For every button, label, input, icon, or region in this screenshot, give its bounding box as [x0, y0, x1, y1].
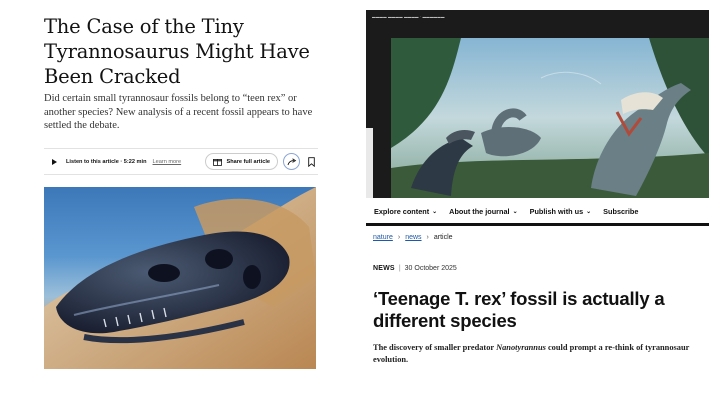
fossil-skull-photo	[44, 187, 316, 369]
chevron-down-icon: ⌄	[586, 209, 592, 215]
article-type-tag: NEWS	[373, 265, 395, 272]
nav-explore-content[interactable]: Explore content ⌄	[374, 207, 437, 216]
breadcrumb-news[interactable]: news	[405, 234, 421, 241]
nature-standfirst: The discovery of smaller predator Nanoty…	[373, 342, 693, 366]
bookmark-icon	[307, 156, 315, 167]
nav-subscribe[interactable]: Subscribe	[603, 207, 638, 216]
nav-label: Subscribe	[603, 207, 639, 216]
hero-banner: ▬▬▬▬ ▬▬▬▬ ▬▬▬▬ · ▬▬▬▬▬▬	[366, 10, 709, 198]
share-button[interactable]	[283, 153, 300, 170]
nav-label: Publish with us	[529, 207, 584, 216]
side-strip	[366, 128, 373, 198]
nav-label: About the journal	[449, 207, 510, 216]
nature-article-panel: ▬▬▬▬ ▬▬▬▬ ▬▬▬▬ · ▬▬▬▬▬▬ Explore content …	[366, 10, 709, 400]
play-icon[interactable]	[47, 155, 61, 169]
nav-publish-with-us[interactable]: Publish with us ⌄	[530, 207, 592, 216]
chevron-down-icon: ⌄	[432, 209, 438, 215]
article-meta: NEWS | 30 October 2025	[373, 265, 457, 272]
nyt-article-panel: The Case of the Tiny Tyrannosaurus Might…	[0, 0, 330, 405]
nyt-headline: The Case of the Tiny Tyrannosaurus Might…	[44, 15, 310, 88]
share-arrow-icon	[287, 157, 296, 165]
dinosaur-illustration	[391, 38, 709, 198]
nyt-summary: Did certain small tyrannosaur fossils be…	[44, 93, 313, 131]
meta-separator: |	[398, 265, 401, 272]
article-toolbar: Listen to this article · 5:22 min Learn …	[44, 148, 318, 175]
nature-article-title: ‘Teenage T. rex’ fossil is actually a di…	[373, 288, 665, 331]
chevron-down-icon: ⌄	[512, 209, 518, 215]
standfirst-species: Nanotyrannus	[496, 343, 546, 352]
learn-more-link[interactable]: Learn more	[153, 159, 182, 165]
share-full-label: Share full article	[226, 158, 270, 165]
gift-icon	[213, 158, 223, 166]
chevron-right-icon: ›	[397, 234, 401, 241]
publication-date: 30 October 2025	[404, 265, 457, 272]
standfirst-text: The discovery of smaller predator	[373, 343, 497, 352]
breadcrumb-current: article	[433, 234, 453, 241]
bookmark-button[interactable]	[304, 153, 318, 170]
nav-label: Explore content	[374, 207, 430, 216]
breadcrumb: nature › news › article	[373, 234, 453, 241]
chevron-right-icon: ›	[426, 234, 429, 241]
fossil-illustration	[44, 187, 316, 369]
share-full-article-button[interactable]: Share full article	[205, 153, 278, 170]
tyrannosaur-scene	[391, 38, 709, 198]
breadcrumb-nature[interactable]: nature	[373, 234, 393, 241]
nav-about-journal[interactable]: About the journal ⌄	[449, 207, 517, 216]
listen-label[interactable]: Listen to this article · 5:22 min	[66, 159, 147, 165]
journal-nav-bar: Explore content ⌄ About the journal ⌄ Pu…	[366, 200, 709, 226]
hero-meta-text: ▬▬▬▬ ▬▬▬▬ ▬▬▬▬ · ▬▬▬▬▬▬	[372, 15, 445, 19]
